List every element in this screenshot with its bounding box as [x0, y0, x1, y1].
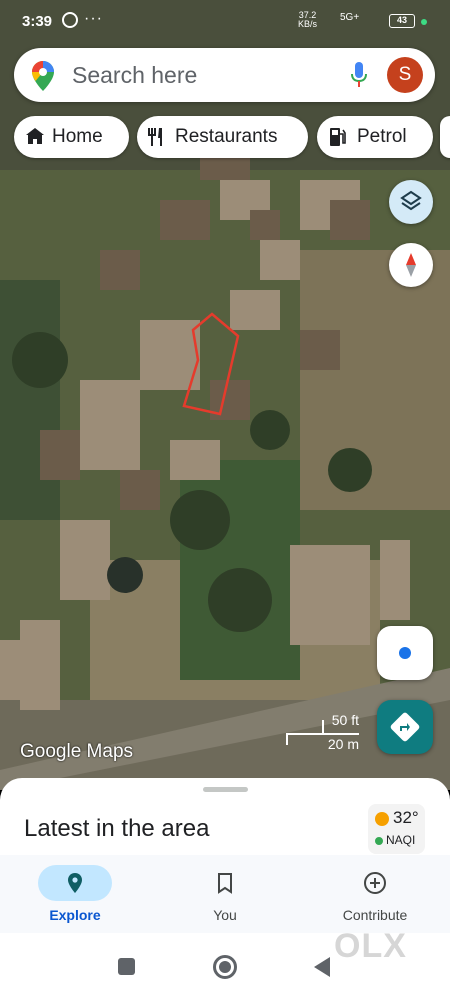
sun-icon — [375, 812, 389, 826]
chip-more[interactable] — [440, 116, 450, 158]
add-circle-icon — [364, 872, 386, 894]
tab-label: You — [213, 907, 237, 923]
network-speed: 37.2 KB/s — [298, 11, 317, 29]
charging-dot-icon — [421, 19, 427, 25]
bottom-navigation: Explore You Contribute — [0, 855, 450, 933]
tab-label: Contribute — [342, 907, 408, 923]
my-location-button[interactable] — [377, 626, 433, 680]
tab-label: Explore — [49, 907, 101, 923]
scale-bar — [286, 733, 359, 735]
maps-screen: 3:39 ··· 37.2 KB/s 5G+ 43 Search here S — [0, 0, 450, 1000]
home-button[interactable] — [213, 955, 237, 979]
net-speed-unit: KB/s — [298, 19, 318, 29]
tab-you[interactable]: You — [150, 855, 300, 933]
search-input[interactable]: Search here — [72, 62, 197, 89]
tab-contribute[interactable]: Contribute — [300, 855, 450, 933]
chip-label: Home — [52, 126, 103, 147]
aqi-status-dot — [375, 837, 383, 845]
microphone-icon[interactable] — [351, 62, 367, 88]
status-bar: 3:39 ··· 37.2 KB/s 5G+ 43 — [0, 0, 450, 42]
scale-tick — [322, 720, 324, 733]
layers-button[interactable] — [389, 180, 433, 224]
my-location-icon — [399, 647, 411, 659]
search-bar[interactable]: Search here S — [14, 48, 435, 102]
back-button[interactable] — [314, 957, 330, 977]
more-notifications-icon: ··· — [84, 10, 103, 27]
explore-pin-icon — [68, 873, 82, 893]
weather-widget[interactable]: 32° NAQI — [368, 804, 425, 854]
tab-explore[interactable]: Explore — [0, 855, 150, 933]
battery-icon: 43 — [389, 14, 415, 28]
bookmark-icon — [218, 873, 232, 894]
chip-restaurants[interactable]: Restaurants — [137, 116, 308, 158]
status-time: 3:39 — [22, 13, 53, 30]
map-scale: 50 ft 20 m — [286, 712, 361, 752]
drag-handle[interactable] — [203, 787, 248, 792]
signal-5g-icon: 5G+ — [340, 12, 360, 23]
chip-label: Restaurants — [175, 126, 278, 147]
chip-home[interactable]: Home — [14, 116, 129, 158]
recents-button[interactable] — [118, 958, 135, 975]
chip-petrol[interactable]: Petrol — [317, 116, 433, 158]
directions-button[interactable] — [377, 700, 433, 754]
fuel-icon — [330, 128, 346, 146]
directions-icon — [390, 712, 420, 742]
account-avatar[interactable]: S — [387, 57, 423, 93]
chip-label: Petrol — [357, 126, 407, 147]
whatsapp-icon — [62, 12, 78, 28]
scale-tick — [286, 733, 288, 745]
google-maps-pin-icon — [32, 61, 54, 91]
aqi-label: NAQI — [386, 833, 416, 847]
sheet-title: Latest in the area — [24, 815, 210, 842]
home-icon — [26, 128, 44, 144]
restaurant-icon — [148, 128, 162, 146]
google-maps-attribution: Google Maps — [20, 741, 134, 762]
compass-icon — [406, 253, 416, 277]
temperature: 32° — [393, 808, 419, 827]
layers-icon — [400, 190, 422, 211]
scale-feet: 50 ft — [331, 712, 359, 728]
compass-button[interactable] — [389, 243, 433, 287]
scale-meters: 20 m — [327, 736, 359, 752]
olx-watermark: OLX — [334, 927, 407, 965]
